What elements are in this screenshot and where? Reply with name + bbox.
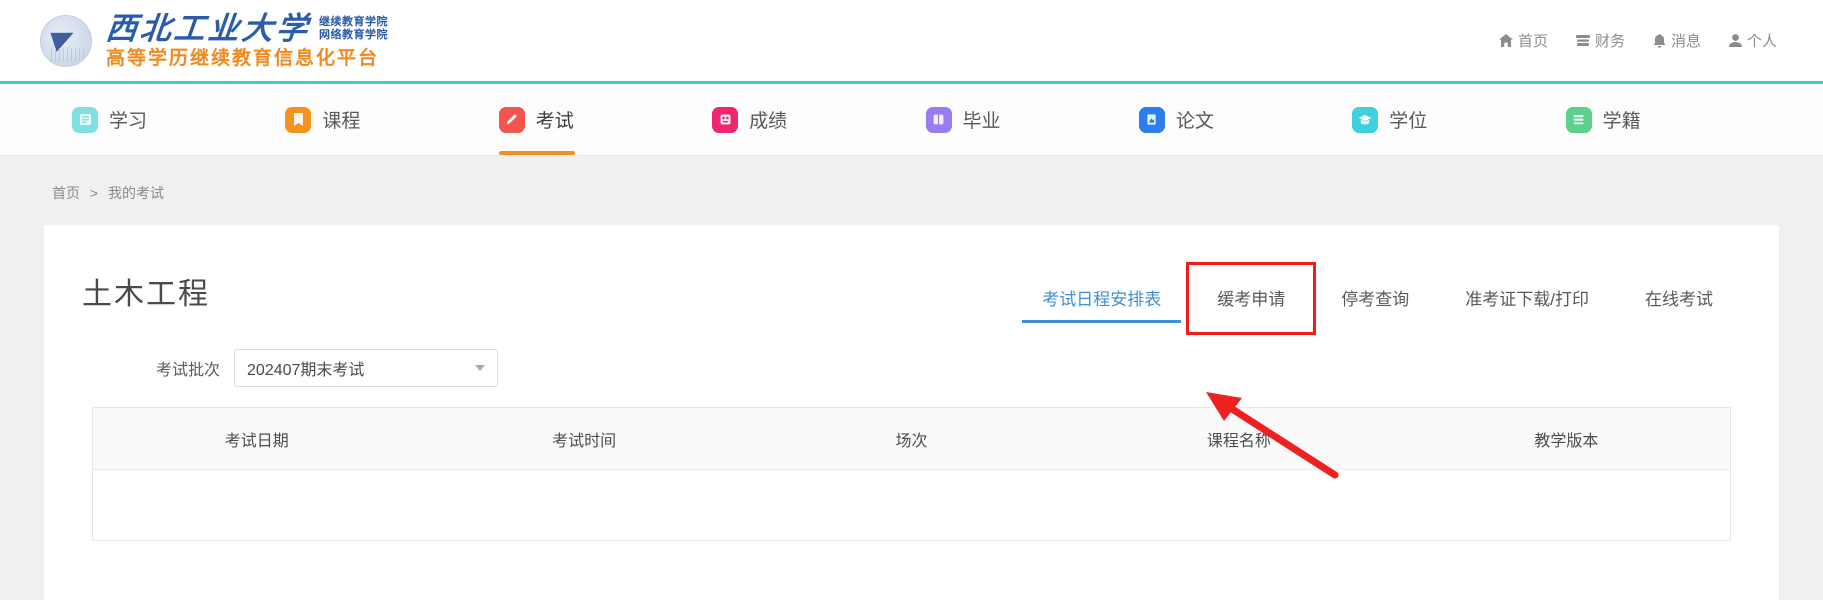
thesis-icon	[1138, 106, 1165, 133]
college-subtitle-line2: 网络教育学院	[319, 29, 388, 42]
degree-icon	[1352, 106, 1379, 133]
top-link-finance-label: 财务	[1594, 33, 1625, 50]
tab-exam-schedule[interactable]: 考试日程安排表	[1014, 285, 1189, 323]
top-link-messages[interactable]: 消息	[1653, 30, 1701, 51]
college-subtitle: 继续教育学院 网络教育学院	[319, 16, 388, 43]
page-title: 土木工程	[82, 278, 210, 311]
platform-name: 高等学历继续教育信息化平台	[106, 46, 380, 69]
exam-icon	[498, 106, 525, 133]
breadcrumb: 首页 > 我的考试	[44, 156, 1779, 225]
nav-item-course-label: 课程	[322, 111, 361, 132]
nav-item-student-record-label: 学籍	[1602, 111, 1641, 132]
nav-item-graduation[interactable]: 毕业	[912, 84, 1125, 155]
person-icon	[1728, 34, 1742, 47]
top-link-finance[interactable]: 财务	[1575, 30, 1625, 51]
top-link-home-label: 首页	[1517, 33, 1548, 50]
column-header-exam-date: 考试日期	[224, 432, 289, 450]
breadcrumb-separator: >	[89, 185, 99, 201]
exam-card: 土木工程 考试日程安排表 缓考申请 停考查询 准考证下载/打印 在线考试 考试批…	[44, 225, 1779, 600]
column-header-session: 场次	[895, 432, 928, 450]
home-icon	[1498, 34, 1513, 47]
university-name: 西北工业大学	[104, 10, 312, 47]
nav-item-graduation-label: 毕业	[962, 111, 1001, 132]
top-header-bar: 西北工业大学 继续教育学院 网络教育学院 高等学历继续教育信息化平台 首页 财务	[0, 0, 1823, 84]
nav-item-thesis[interactable]: 论文	[1125, 84, 1338, 155]
main-navigation: 学习 课程 考试 成绩 毕业 论文 学位 学籍	[0, 84, 1823, 156]
nav-item-exam-label: 考试	[535, 111, 574, 132]
tab-exam-schedule-label: 考试日程安排表	[1042, 290, 1162, 309]
university-emblem-icon	[40, 14, 92, 67]
table-header-row: 考试日期 考试时间 场次 课程名称 教学版本	[93, 408, 1730, 470]
nav-item-study-label: 学习	[109, 111, 148, 132]
money-icon	[1575, 34, 1590, 47]
tab-exam-suspension-query[interactable]: 停考查询	[1313, 285, 1437, 323]
study-icon	[72, 106, 98, 133]
column-header-exam-time: 考试时间	[552, 432, 617, 450]
record-icon	[1565, 106, 1592, 133]
card-tab-bar: 考试日程安排表 缓考申请 停考查询 准考证下载/打印 在线考试	[1014, 262, 1741, 335]
tab-admission-ticket-download[interactable]: 准考证下载/打印	[1437, 285, 1617, 323]
column-header-teaching-version: 教学版本	[1534, 432, 1599, 450]
nav-item-student-record[interactable]: 学籍	[1552, 84, 1765, 155]
nav-item-score-label: 成绩	[749, 111, 788, 132]
table-row	[93, 470, 1730, 540]
nav-item-course[interactable]: 课程	[271, 84, 484, 155]
exam-batch-select-value: 202407期末考试	[247, 362, 365, 379]
nav-item-degree-label: 学位	[1389, 111, 1428, 132]
breadcrumb-home[interactable]: 首页	[52, 185, 80, 201]
bell-icon	[1653, 33, 1666, 48]
page-body: 首页 > 我的考试 土木工程 考试日程安排表 缓考申请 停考查询 准考证下载/打…	[0, 156, 1823, 600]
top-link-profile-label: 个人	[1746, 33, 1777, 50]
breadcrumb-current: 我的考试	[107, 185, 164, 201]
top-link-profile[interactable]: 个人	[1728, 30, 1777, 51]
filter-row: 考试批次 202407期末考试	[82, 323, 1741, 407]
tab-deferred-exam-application-label: 缓考申请	[1217, 290, 1286, 309]
graduate-icon	[925, 106, 952, 133]
tab-online-exam[interactable]: 在线考试	[1617, 285, 1741, 323]
nav-item-study[interactable]: 学习	[58, 84, 271, 155]
nav-item-degree[interactable]: 学位	[1338, 84, 1551, 155]
score-icon	[712, 106, 739, 133]
tab-deferred-exam-application[interactable]: 缓考申请	[1186, 262, 1317, 335]
chevron-down-icon	[475, 365, 486, 371]
tab-exam-suspension-query-label: 停考查询	[1341, 290, 1410, 309]
top-link-messages-label: 消息	[1670, 33, 1701, 50]
exam-schedule-table: 考试日期 考试时间 场次 课程名称 教学版本	[92, 407, 1731, 541]
college-subtitle-line1: 继续教育学院	[319, 15, 388, 28]
brand-text-block: 西北工业大学 继续教育学院 网络教育学院 高等学历继续教育信息化平台	[104, 10, 388, 69]
top-link-home[interactable]: 首页	[1498, 30, 1548, 51]
nav-item-exam[interactable]: 考试	[485, 84, 698, 155]
course-icon	[285, 106, 312, 133]
exam-batch-label: 考试批次	[156, 362, 221, 379]
exam-batch-select[interactable]: 202407期末考试	[234, 349, 499, 387]
nav-item-score[interactable]: 成绩	[698, 84, 911, 155]
tab-admission-ticket-download-label: 准考证下载/打印	[1465, 290, 1589, 309]
nav-item-thesis-label: 论文	[1175, 111, 1214, 132]
card-header: 土木工程 考试日程安排表 缓考申请 停考查询 准考证下载/打印 在线考试	[82, 225, 1741, 335]
brand-logo[interactable]: 西北工业大学 继续教育学院 网络教育学院 高等学历继续教育信息化平台	[40, 10, 388, 69]
top-utility-links: 首页 财务 消息 个人	[1498, 30, 1777, 51]
tab-online-exam-label: 在线考试	[1645, 290, 1713, 309]
column-header-course-name: 课程名称	[1206, 432, 1271, 450]
